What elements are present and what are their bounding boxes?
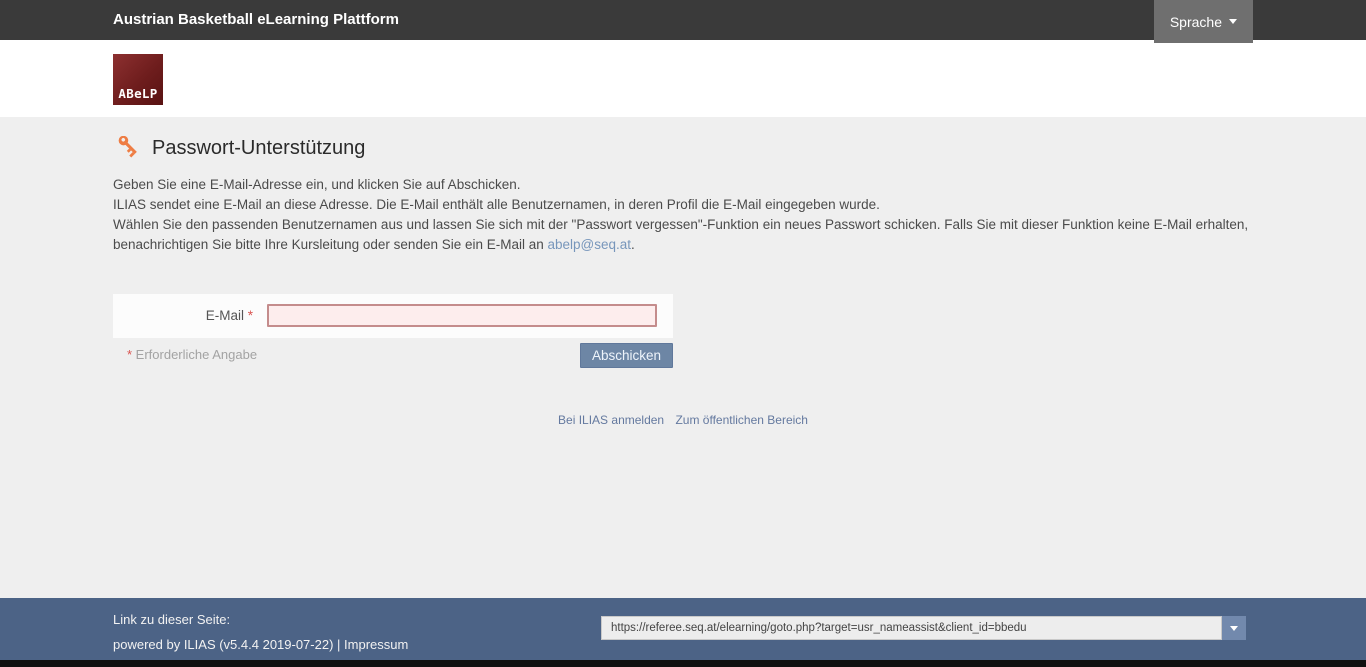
required-asterisk: *	[248, 308, 253, 323]
support-email-link[interactable]: abelp@seq.at	[548, 237, 632, 252]
language-dropdown-label: Sprache	[1170, 14, 1222, 30]
permalink-input[interactable]	[601, 616, 1222, 640]
abelp-logo-text: ABeLP	[118, 86, 157, 105]
main-content: Passwort-Unterstützung Geben Sie eine E-…	[0, 117, 1366, 598]
abelp-logo[interactable]: ABeLP	[113, 54, 163, 105]
chevron-down-icon	[1229, 19, 1237, 24]
auxiliary-links: Bei ILIAS anmelden Zum öffentlichen Bere…	[113, 413, 1253, 427]
footer: Link zu dieser Seite: powered by ILIAS (…	[0, 598, 1366, 660]
permalink-dropdown-button[interactable]	[1222, 616, 1246, 640]
page-heading-row: Passwort-Unterstützung	[113, 117, 1253, 161]
password-assistance-form: E-Mail * * Erforderliche Angabe Abschick…	[113, 294, 673, 368]
submit-button[interactable]: Abschicken	[580, 343, 673, 368]
page-title: Passwort-Unterstützung	[152, 137, 365, 160]
impressum-link[interactable]: Impressum	[344, 637, 408, 652]
bottom-black-bar	[0, 660, 1366, 667]
intro-line-3: Wählen Sie den passenden Benutzernamen a…	[113, 215, 1253, 255]
email-input[interactable]	[267, 304, 657, 327]
header: ABeLP	[0, 40, 1366, 117]
language-dropdown-button[interactable]: Sprache	[1154, 0, 1253, 43]
permalink-label: Link zu dieser Seite:	[113, 612, 230, 627]
intro-text: Geben Sie eine E-Mail-Adresse ein, und k…	[113, 175, 1253, 255]
intro-line-3-end: .	[631, 237, 635, 252]
separator: |	[333, 637, 344, 652]
intro-line-2: ILIAS sendet eine E-Mail an diese Adress…	[113, 195, 1253, 215]
chevron-down-icon	[1230, 626, 1238, 631]
powered-by-row: powered by ILIAS (v5.4.4 2019-07-22) | I…	[113, 637, 408, 652]
app-title: Austrian Basketball eLearning Plattform	[113, 0, 399, 40]
public-area-link[interactable]: Zum öffentlichen Bereich	[675, 413, 808, 427]
top-bar: Austrian Basketball eLearning Plattform …	[0, 0, 1366, 40]
email-form-row: E-Mail *	[113, 294, 673, 338]
intro-line-3-text: Wählen Sie den passenden Benutzernamen a…	[113, 217, 1248, 252]
required-note: * Erforderliche Angabe	[113, 347, 257, 362]
key-icon	[113, 136, 138, 161]
form-footer-row: * Erforderliche Angabe Abschicken	[113, 343, 673, 368]
intro-line-1: Geben Sie eine E-Mail-Adresse ein, und k…	[113, 175, 1253, 195]
powered-by-text: powered by ILIAS (v5.4.4 2019-07-22)	[113, 637, 333, 652]
email-label: E-Mail *	[128, 308, 253, 323]
permalink-group	[601, 616, 1246, 640]
login-link[interactable]: Bei ILIAS anmelden	[558, 413, 664, 427]
